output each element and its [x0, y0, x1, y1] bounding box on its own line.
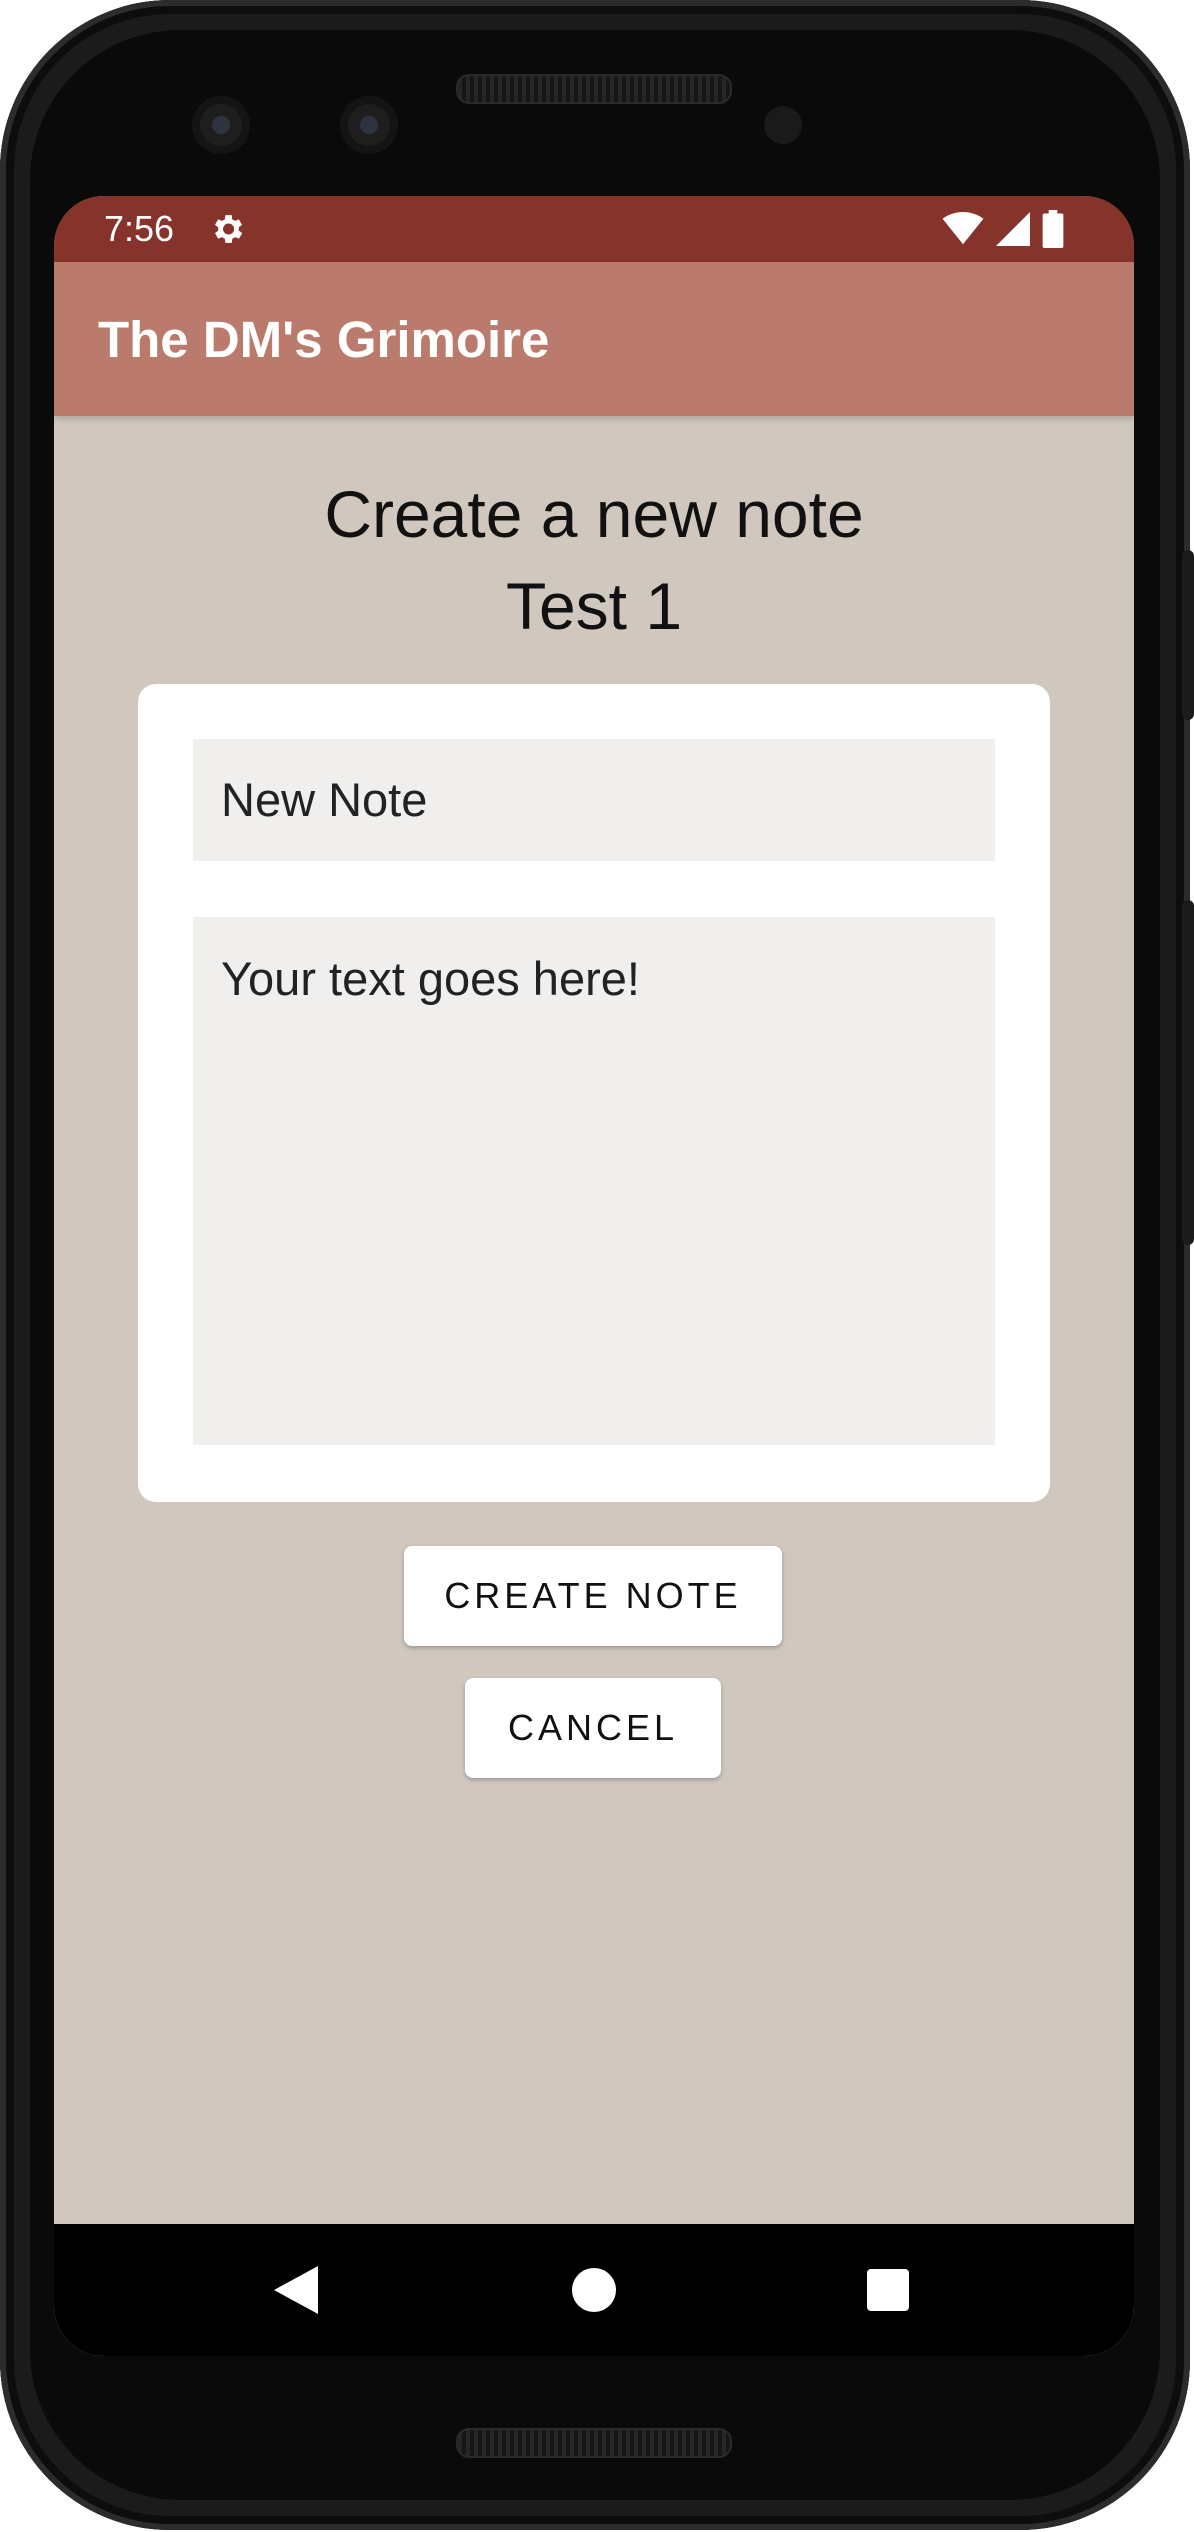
status-time: 7:56	[104, 208, 175, 249]
nav-home-button[interactable]	[558, 2254, 630, 2326]
page-title: Create a new note	[324, 477, 864, 551]
front-camera-icon	[192, 96, 250, 154]
navigation-bar	[54, 2224, 1134, 2356]
status-bar: 7:56	[54, 196, 1134, 262]
recents-square-icon	[867, 2269, 909, 2311]
cancel-button[interactable]: CANCEL	[465, 1678, 721, 1778]
power-button	[1182, 550, 1194, 720]
note-title-input[interactable]	[193, 739, 995, 861]
status-icons	[942, 210, 1064, 248]
bottom-speaker	[456, 2428, 732, 2458]
volume-button	[1182, 900, 1194, 1245]
back-triangle-icon	[274, 2266, 318, 2314]
sensor-icon	[764, 106, 802, 144]
home-circle-icon	[572, 2268, 616, 2312]
front-camera-icon	[340, 96, 398, 154]
earpiece-speaker	[456, 74, 732, 104]
wifi-icon	[942, 212, 984, 245]
signal-icon	[996, 212, 1030, 246]
note-body-input[interactable]: Your text goes here!	[193, 917, 995, 1445]
note-form-card: Your text goes here!	[138, 684, 1050, 1502]
battery-icon	[1042, 210, 1064, 248]
gear-icon	[214, 215, 243, 243]
nav-back-button[interactable]	[260, 2254, 332, 2326]
app-bar: The DM's Grimoire	[54, 262, 1134, 416]
page-subtitle: Test 1	[505, 569, 683, 643]
screen: 7:56 The DM's Grimoire Create a new note…	[54, 196, 1134, 2356]
nav-recents-button[interactable]	[852, 2254, 924, 2326]
create-note-button[interactable]: CREATE NOTE	[404, 1546, 782, 1646]
app-title: The DM's Grimoire	[98, 311, 550, 368]
phone-frame: 7:56 The DM's Grimoire Create a new note…	[0, 0, 1194, 2530]
